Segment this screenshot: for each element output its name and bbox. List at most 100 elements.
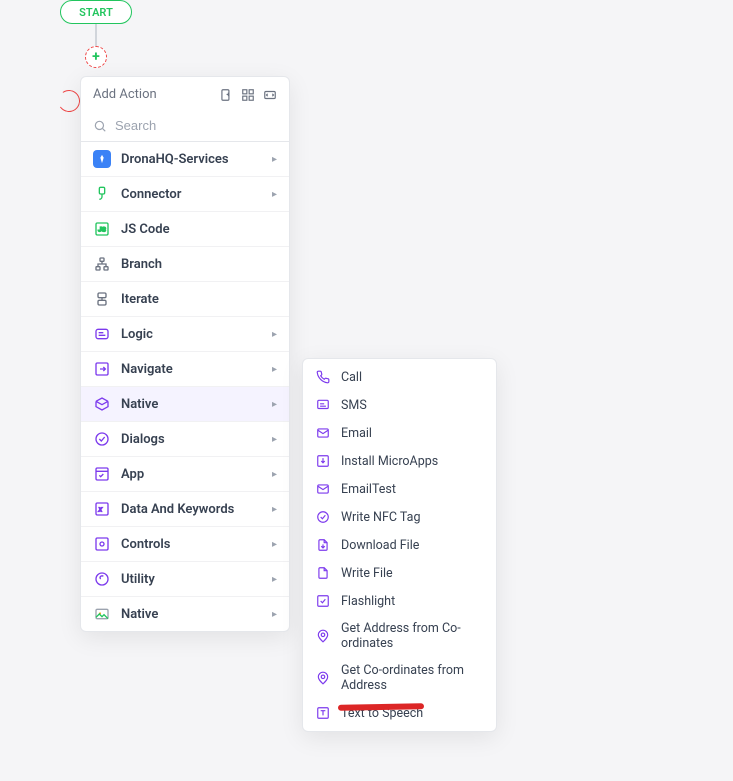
text-icon [315, 705, 331, 721]
submenu-item-download-file[interactable]: Download File [303, 531, 496, 559]
download-icon [315, 453, 331, 469]
menu-title: Add Action [93, 87, 157, 102]
menu-item-label: Branch [121, 257, 277, 272]
search-row [81, 112, 289, 142]
email-icon [315, 425, 331, 441]
submenu-item-label: Download File [341, 538, 419, 553]
submenu-item-label: Flashlight [341, 594, 395, 609]
flashlight-icon [315, 593, 331, 609]
paste-icon[interactable] [219, 88, 233, 102]
plus-icon: + [92, 49, 100, 65]
menu-item-dialogs[interactable]: Dialogs ▸ [81, 422, 289, 457]
menu-item-branch[interactable]: Branch [81, 247, 289, 282]
pending-node-indicator [56, 88, 81, 113]
submenu-item-flashlight[interactable]: Flashlight [303, 587, 496, 615]
menu-item-dronahq-services[interactable]: DronaHQ-Services ▸ [81, 142, 289, 177]
menu-item-utility[interactable]: Utility ▸ [81, 562, 289, 597]
file-icon [315, 565, 331, 581]
submenu-item-write-nfc[interactable]: Write NFC Tag [303, 503, 496, 531]
start-node[interactable]: START [60, 0, 132, 24]
iterate-icon [93, 290, 111, 308]
svg-text:JS: JS [98, 226, 106, 234]
menu-item-data-keywords[interactable]: x Data And Keywords ▸ [81, 492, 289, 527]
submenu-item-call[interactable]: Call [303, 363, 496, 391]
dialogs-icon [93, 430, 111, 448]
menu-item-label: Navigate [121, 362, 262, 377]
chevron-right-icon: ▸ [272, 329, 277, 340]
branch-icon [93, 255, 111, 273]
menu-item-label: App [121, 467, 262, 482]
submenu-item-install-microapps[interactable]: Install MicroApps [303, 447, 496, 475]
menu-item-label: Native [121, 397, 262, 412]
menu-item-label: Logic [121, 327, 262, 342]
connector-line [95, 24, 97, 46]
submenu-item-write-file[interactable]: Write File [303, 559, 496, 587]
submenu-item-get-address[interactable]: Get Address from Co-ordinates [303, 615, 496, 657]
submenu-item-label: Call [341, 370, 362, 385]
menu-item-jscode[interactable]: JS JS Code [81, 212, 289, 247]
jscode-icon: JS [93, 220, 111, 238]
menu-item-native[interactable]: Native ▸ [81, 387, 289, 422]
controls-icon [93, 535, 111, 553]
submenu-item-get-coordinates[interactable]: Get Co-ordinates from Address [303, 657, 496, 699]
add-node-button[interactable]: + [85, 46, 107, 68]
menu-item-logic[interactable]: Logic ▸ [81, 317, 289, 352]
reorder-icon[interactable] [263, 88, 277, 102]
menu-item-label: Connector [121, 187, 262, 202]
menu-item-connector[interactable]: Connector ▸ [81, 177, 289, 212]
menu-header: Add Action [81, 77, 289, 112]
email-icon [315, 481, 331, 497]
submenu-item-label: Get Address from Co-ordinates [341, 621, 484, 651]
native-submenu: Call SMS Email Install MicroApps EmailTe… [302, 358, 497, 732]
submenu-item-label: Write NFC Tag [341, 510, 420, 525]
utility-icon [93, 570, 111, 588]
chevron-right-icon: ▸ [272, 539, 277, 550]
dronahq-icon [93, 150, 111, 168]
header-icons [219, 88, 277, 102]
menu-item-label: Iterate [121, 292, 277, 307]
chevron-right-icon: ▸ [272, 609, 277, 620]
submenu-item-label: SMS [341, 398, 367, 413]
app-icon [93, 465, 111, 483]
sms-icon [315, 397, 331, 413]
menu-item-label: JS Code [121, 222, 277, 237]
add-action-menu: Add Action DronaHQ-Services ▸ [80, 76, 290, 632]
keywords-icon: x [93, 500, 111, 518]
menu-item-label: Controls [121, 537, 262, 552]
submenu-item-label: Write File [341, 566, 393, 581]
menu-item-label: Data And Keywords [121, 502, 262, 517]
svg-text:x: x [98, 505, 103, 514]
submenu-item-label: Get Co-ordinates from Address [341, 663, 484, 693]
native-icon [93, 395, 111, 413]
search-input[interactable] [115, 118, 291, 133]
chevron-right-icon: ▸ [272, 154, 277, 165]
menu-item-app[interactable]: App ▸ [81, 457, 289, 492]
submenu-item-label: EmailTest [341, 482, 396, 497]
group-icon[interactable] [241, 88, 255, 102]
chevron-right-icon: ▸ [272, 574, 277, 585]
file-download-icon [315, 537, 331, 553]
menu-item-iterate[interactable]: Iterate [81, 282, 289, 317]
menu-item-label: Dialogs [121, 432, 262, 447]
search-icon [93, 119, 107, 133]
logic-icon [93, 325, 111, 343]
submenu-item-emailtest[interactable]: EmailTest [303, 475, 496, 503]
location-icon [315, 628, 331, 644]
submenu-item-label: Email [341, 426, 372, 441]
location-icon [315, 670, 331, 686]
start-label: START [79, 6, 113, 19]
menu-item-label: DronaHQ-Services [121, 152, 262, 167]
chevron-right-icon: ▸ [272, 504, 277, 515]
connector-icon [93, 185, 111, 203]
image-icon [93, 605, 111, 623]
chevron-right-icon: ▸ [272, 469, 277, 480]
submenu-item-email[interactable]: Email [303, 419, 496, 447]
menu-item-label: Native [121, 607, 262, 622]
menu-item-controls[interactable]: Controls ▸ [81, 527, 289, 562]
submenu-item-label: Install MicroApps [341, 454, 438, 469]
submenu-item-sms[interactable]: SMS [303, 391, 496, 419]
menu-item-native-2[interactable]: Native ▸ [81, 597, 289, 631]
menu-item-navigate[interactable]: Navigate ▸ [81, 352, 289, 387]
chevron-right-icon: ▸ [272, 189, 277, 200]
menu-item-label: Utility [121, 572, 262, 587]
